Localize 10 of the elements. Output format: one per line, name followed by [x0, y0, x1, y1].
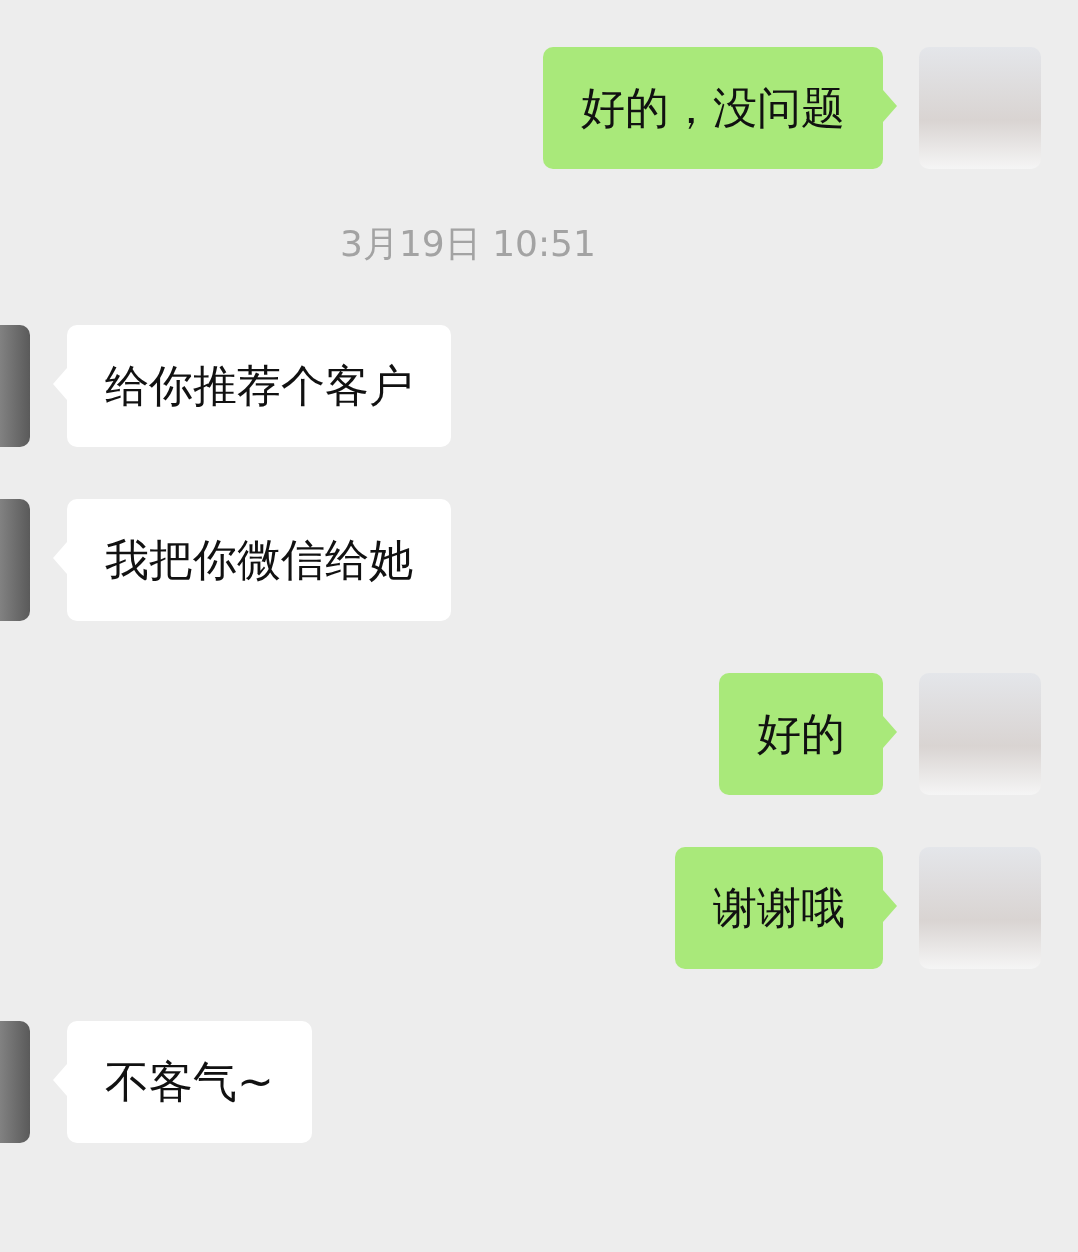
- bubble-tail: [883, 90, 897, 122]
- sent-message-bubble: 谢谢哦: [675, 847, 883, 969]
- bubble-tail: [883, 716, 897, 748]
- received-message-bubble: 给你推荐个客户: [67, 325, 451, 447]
- sent-message-bubble: 好的: [719, 673, 883, 795]
- received-message-bubble: 我把你微信给她: [67, 499, 451, 621]
- bubble-tail: [883, 890, 897, 922]
- sent-message-bubble: 好的，没问题: [543, 47, 883, 169]
- received-message-bubble: 不客气~: [67, 1021, 312, 1143]
- message-timestamp: 3月19日 10:51: [340, 223, 596, 264]
